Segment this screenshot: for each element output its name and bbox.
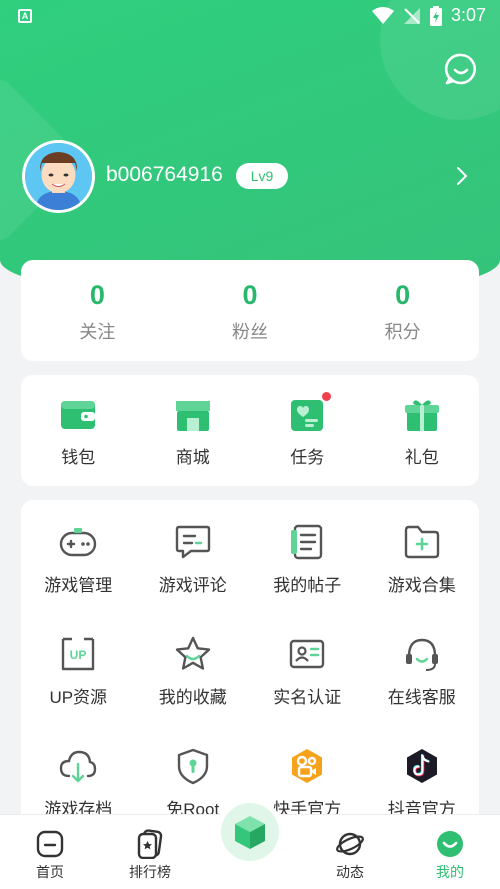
- grid-label: 实名认证: [273, 688, 342, 707]
- grid-label: 游戏评论: [158, 576, 227, 595]
- quick-task[interactable]: 任务: [250, 375, 365, 486]
- no-signal-icon: [403, 7, 420, 24]
- stat-points[interactable]: 0 积分: [326, 260, 479, 361]
- grid-game-comment[interactable]: 游戏评论: [136, 522, 251, 634]
- app-notification-icon: A: [18, 9, 32, 23]
- grid-game-collection[interactable]: 游戏合集: [365, 522, 480, 634]
- comment-icon: [175, 525, 210, 559]
- store-icon: [175, 401, 210, 431]
- stat-value: 0: [242, 280, 258, 310]
- task-icon: [291, 400, 324, 431]
- nav-me[interactable]: 我的: [400, 815, 500, 889]
- notification-dot: [322, 392, 331, 401]
- quick-label: 礼包: [404, 448, 439, 467]
- nav-label: 我的: [436, 864, 464, 880]
- avatar[interactable]: [22, 140, 95, 213]
- up-icon: UP: [62, 637, 95, 671]
- grid-favorites[interactable]: 我的收藏: [136, 634, 251, 746]
- stat-label: 粉丝: [232, 322, 268, 342]
- chevron-right-icon: [457, 167, 468, 185]
- headset-icon: [405, 638, 438, 671]
- nav-ranking[interactable]: 排行榜: [100, 815, 200, 889]
- quick-gift[interactable]: 礼包: [365, 375, 480, 486]
- cloud-download-icon: [60, 750, 97, 783]
- avatar-portrait-icon: [25, 143, 92, 210]
- grid-game-manage[interactable]: 游戏管理: [21, 522, 136, 634]
- kuaishou-icon: [292, 749, 323, 783]
- grid-real-name[interactable]: 实名认证: [250, 634, 365, 746]
- posts-icon: [291, 524, 323, 560]
- battery-icon: [429, 5, 442, 26]
- grid-up-resources[interactable]: UP UP资源: [21, 634, 136, 746]
- grid-label: UP资源: [49, 688, 108, 707]
- stat-fans[interactable]: 0 粉丝: [174, 260, 327, 361]
- id-card-icon: [290, 639, 325, 669]
- grid-label: 我的帖子: [273, 576, 342, 595]
- level-badge: Lv9: [236, 163, 288, 189]
- planet-icon: [336, 832, 364, 856]
- douyin-icon: [406, 749, 437, 783]
- username[interactable]: b006764916: [106, 163, 223, 187]
- nav-label: 动态: [336, 864, 364, 880]
- profile-detail-button[interactable]: [452, 164, 472, 188]
- quick-label: 商城: [175, 448, 210, 467]
- clock: 3:07: [450, 5, 486, 25]
- message-button[interactable]: [444, 52, 478, 86]
- home-icon: [36, 830, 64, 858]
- quick-actions-card: 钱包 商城 任务 礼包: [21, 375, 479, 486]
- wallet-icon: [61, 401, 96, 429]
- folder-add-icon: [404, 525, 439, 559]
- stat-label: 关注: [79, 322, 116, 342]
- quick-store[interactable]: 商城: [136, 375, 251, 486]
- gift-icon: [404, 400, 439, 431]
- grid-label: 游戏合集: [387, 576, 456, 595]
- grid-customer-service[interactable]: 在线客服: [365, 634, 480, 746]
- nav-label: 首页: [36, 864, 64, 880]
- svg-text:UP: UP: [70, 648, 87, 662]
- shield-icon: [177, 748, 208, 785]
- quick-wallet[interactable]: 钱包: [21, 375, 136, 486]
- stat-value: 0: [395, 280, 411, 310]
- stat-label: 积分: [384, 322, 421, 342]
- ranking-icon: [137, 829, 163, 859]
- grid-label: 在线客服: [387, 688, 456, 707]
- me-icon: [437, 831, 463, 857]
- chat-bubble-icon: [444, 53, 477, 85]
- wifi-icon: [371, 6, 394, 24]
- nav-label: 排行榜: [129, 864, 171, 880]
- grid-label: 游戏管理: [44, 576, 113, 595]
- nav-center-button[interactable]: [216, 798, 284, 866]
- cube-icon: [235, 816, 265, 849]
- features-card: 游戏管理 游戏评论 我的帖子 游戏合集 UP UP资源 我的收藏 实名认证 在线…: [21, 500, 479, 840]
- quick-label: 钱包: [61, 448, 96, 467]
- nav-feed[interactable]: 动态: [300, 815, 400, 889]
- stat-value: 0: [89, 280, 105, 310]
- grid-my-posts[interactable]: 我的帖子: [250, 522, 365, 634]
- star-icon: [175, 636, 210, 670]
- stats-card: 0 关注 0 粉丝 0 积分: [21, 260, 479, 361]
- nav-home[interactable]: 首页: [0, 815, 100, 889]
- grid-label: 我的收藏: [158, 688, 227, 707]
- gamepad-icon: [60, 528, 97, 557]
- stat-following[interactable]: 0 关注: [21, 260, 174, 361]
- status-bar: A 3:07: [0, 0, 500, 34]
- quick-label: 任务: [290, 448, 325, 467]
